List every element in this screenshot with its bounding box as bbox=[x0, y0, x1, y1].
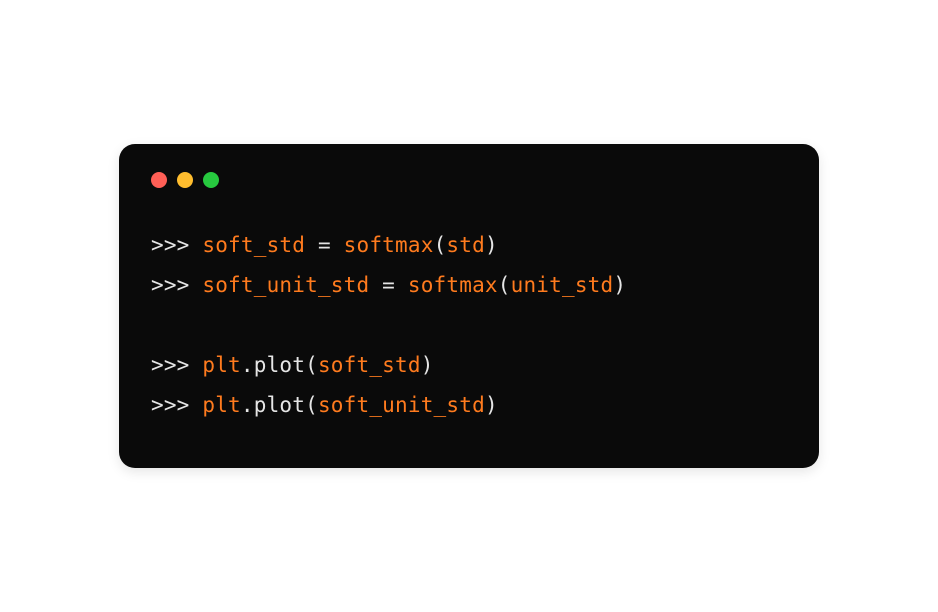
code-line: >>> soft_unit_std = softmax(unit_std) bbox=[151, 266, 787, 306]
code-token: plt bbox=[202, 353, 241, 377]
code-token: ) bbox=[485, 393, 498, 417]
code-token: = bbox=[369, 273, 408, 297]
code-token: softmax bbox=[344, 233, 434, 257]
maximize-icon[interactable] bbox=[203, 172, 219, 188]
code-block: >>> soft_std = softmax(std)>>> soft_unit… bbox=[151, 226, 787, 425]
code-token: ) bbox=[613, 273, 626, 297]
code-token: soft_std bbox=[202, 233, 305, 257]
repl-prompt: >>> bbox=[151, 273, 202, 297]
repl-prompt: >>> bbox=[151, 233, 202, 257]
code-line: >>> soft_std = softmax(std) bbox=[151, 226, 787, 266]
code-token: .plot( bbox=[241, 353, 318, 377]
code-token: ( bbox=[434, 233, 447, 257]
code-token: soft_unit_std bbox=[318, 393, 485, 417]
code-token: = bbox=[305, 233, 344, 257]
minimize-icon[interactable] bbox=[177, 172, 193, 188]
code-token: std bbox=[446, 233, 485, 257]
code-line: >>> plt.plot(soft_std) bbox=[151, 346, 787, 386]
code-token: softmax bbox=[408, 273, 498, 297]
window-controls bbox=[151, 172, 787, 188]
code-token: ) bbox=[485, 233, 498, 257]
code-token: ( bbox=[498, 273, 511, 297]
code-token: .plot( bbox=[241, 393, 318, 417]
code-token: ) bbox=[421, 353, 434, 377]
close-icon[interactable] bbox=[151, 172, 167, 188]
code-token: plt bbox=[202, 393, 241, 417]
code-token: unit_std bbox=[511, 273, 614, 297]
code-token: soft_std bbox=[318, 353, 421, 377]
terminal-window: >>> soft_std = softmax(std)>>> soft_unit… bbox=[119, 144, 819, 467]
repl-prompt: >>> bbox=[151, 393, 202, 417]
code-line: >>> plt.plot(soft_unit_std) bbox=[151, 386, 787, 426]
blank-line bbox=[151, 306, 787, 346]
code-token: soft_unit_std bbox=[202, 273, 369, 297]
repl-prompt: >>> bbox=[151, 353, 202, 377]
